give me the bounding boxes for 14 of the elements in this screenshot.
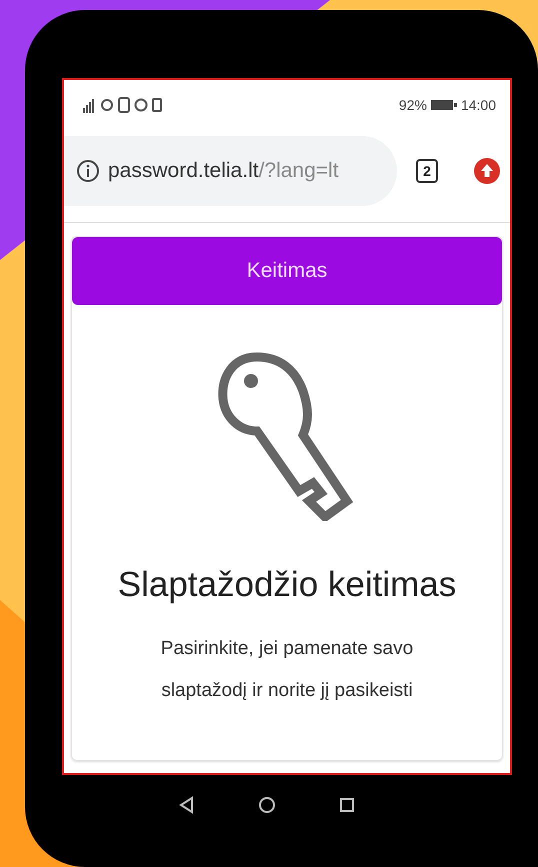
clock: 14:00 [460, 96, 496, 114]
card-header: Keitimas [72, 237, 502, 305]
battery-icon [430, 99, 457, 111]
home-icon[interactable] [257, 795, 277, 815]
address-bar[interactable]: password.telia.lt/?lang=lt [64, 136, 397, 206]
card-title: Slaptažodžio keitimas [118, 564, 456, 606]
signal-icon [82, 97, 96, 113]
info-icon [76, 159, 100, 183]
recents-icon[interactable] [337, 795, 357, 815]
update-icon[interactable] [474, 158, 500, 184]
url-text: password.telia.lt/?lang=lt [108, 158, 339, 184]
card-description: Pasirinkite, jei pamenate savo slaptažodį ir norite jį pasikeisti [160, 636, 414, 702]
battery-percent: 92% [398, 96, 427, 114]
tab-count-button[interactable]: 2 [416, 159, 438, 183]
